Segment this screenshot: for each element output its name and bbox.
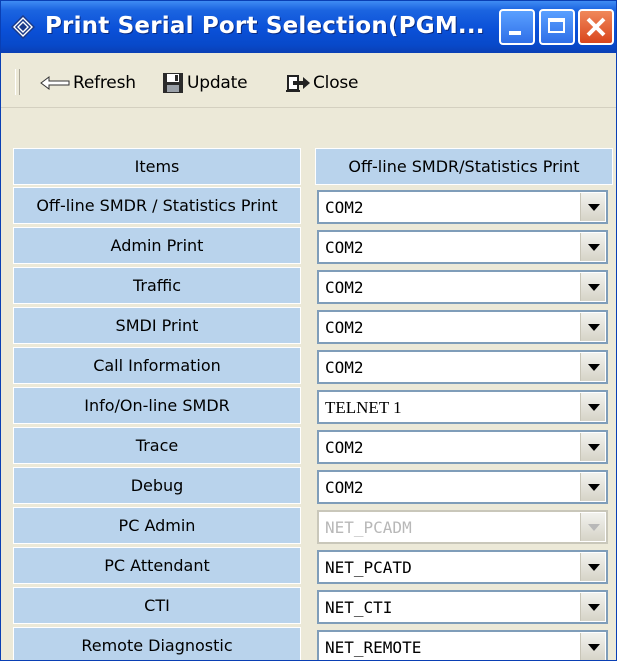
title-bar[interactable]: Print Serial Port Selection(PGM... (1, 1, 616, 53)
toolbar-grip[interactable] (15, 69, 20, 95)
item-label: Debug (13, 467, 301, 504)
port-select[interactable]: COM2 (317, 230, 608, 264)
port-select: NET_PCADM (317, 510, 608, 544)
dropdown-arrow-icon[interactable] (580, 553, 605, 581)
port-select[interactable]: COM2 (317, 350, 608, 384)
update-label: Update (187, 73, 248, 93)
dropdown-arrow-icon[interactable] (580, 433, 605, 461)
dropdown-arrow-icon[interactable] (580, 393, 605, 421)
item-label: Admin Print (13, 227, 301, 264)
minimize-icon (509, 31, 521, 35)
port-select-value: NET_PCATD (325, 558, 412, 577)
dropdown-arrow-icon[interactable] (580, 593, 605, 621)
port-select[interactable]: NET_REMOTE (317, 630, 608, 660)
header-offline-smdr-print: Off-line SMDR/Statistics Print (315, 148, 613, 185)
port-select-value: COM2 (325, 198, 364, 217)
item-label: Remote Diagnostic (13, 627, 301, 660)
port-select[interactable]: TELNET 1 (317, 390, 608, 424)
port-select-value: NET_CTI (325, 598, 393, 617)
dropdown-arrow-icon[interactable] (580, 313, 605, 341)
maximize-button[interactable] (539, 9, 575, 45)
update-button[interactable]: Update (161, 71, 248, 95)
item-label: PC Attendant (13, 547, 301, 584)
port-select[interactable]: COM2 (317, 310, 608, 344)
close-window-button[interactable] (578, 9, 614, 45)
left-arrow-icon (40, 76, 70, 90)
dropdown-arrow-icon[interactable] (580, 273, 605, 301)
dropdown-arrow-icon (580, 513, 605, 541)
port-select[interactable]: COM2 (317, 190, 608, 224)
port-select-value: COM2 (325, 238, 364, 257)
port-select[interactable]: NET_PCATD (317, 550, 608, 584)
diamond-app-icon (11, 15, 35, 39)
window-title: Print Serial Port Selection(PGM... (45, 13, 485, 39)
item-label: Info/On-line SMDR (13, 387, 301, 424)
port-select[interactable]: COM2 (317, 470, 608, 504)
refresh-label: Refresh (73, 73, 136, 93)
item-label: PC Admin (13, 507, 301, 544)
close-label: Close (313, 73, 359, 93)
item-label: Off-line SMDR / Statistics Print (13, 187, 301, 224)
port-select-value: NET_PCADM (325, 518, 412, 537)
item-label: CTI (13, 587, 301, 624)
dropdown-arrow-icon[interactable] (580, 193, 605, 221)
item-label: Traffic (13, 267, 301, 304)
item-label: Call Information (13, 347, 301, 384)
port-select-value: NET_REMOTE (325, 638, 422, 657)
dropdown-arrow-icon[interactable] (580, 633, 605, 660)
port-select-value: COM2 (325, 438, 364, 457)
port-select-value: COM2 (325, 278, 364, 297)
toolbar: Refresh Update Close (1, 53, 616, 108)
maximize-icon (548, 18, 565, 33)
port-select-value: COM2 (325, 478, 364, 497)
dropdown-arrow-icon[interactable] (580, 233, 605, 261)
close-button[interactable]: Close (285, 71, 359, 95)
item-label: Trace (13, 427, 301, 464)
port-select[interactable]: NET_CTI (317, 590, 608, 624)
print-serial-port-window: Print Serial Port Selection(PGM... Refre… (0, 0, 617, 661)
dropdown-arrow-icon[interactable] (580, 473, 605, 501)
header-items: Items (13, 148, 301, 185)
save-disk-icon (163, 73, 183, 93)
port-select[interactable]: COM2 (317, 430, 608, 464)
refresh-button[interactable]: Refresh (39, 71, 136, 95)
minimize-button[interactable] (499, 9, 535, 45)
exit-door-icon (286, 75, 310, 92)
port-select-value: TELNET 1 (325, 398, 402, 417)
close-icon (586, 17, 606, 37)
port-select-value: COM2 (325, 358, 364, 377)
dropdown-arrow-icon[interactable] (580, 353, 605, 381)
port-select[interactable]: COM2 (317, 270, 608, 304)
port-select-value: COM2 (325, 318, 364, 337)
item-label: SMDI Print (13, 307, 301, 344)
